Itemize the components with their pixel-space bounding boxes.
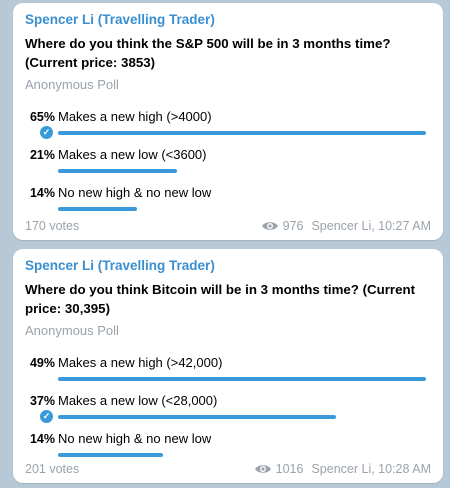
poll-question-line: price: 30,395) xyxy=(25,301,111,316)
poll-footer: 170 votes 976 Spencer Li, 10:27 AM xyxy=(25,218,431,234)
eye-icon xyxy=(261,222,278,230)
poll-type: Anonymous Poll xyxy=(25,77,119,92)
message-meta: 1016 Spencer Li, 10:28 AM xyxy=(254,461,431,477)
poll-question-line: Where do you think Bitcoin will be in 3 … xyxy=(25,282,416,297)
vote-count[interactable]: 170 votes xyxy=(25,218,79,234)
poll-options: 65% ✓ Makes a new high (>4000) 21% Makes… xyxy=(25,109,431,223)
poll-option[interactable]: 49% Makes a new high (>42,000) xyxy=(25,355,431,393)
option-label: Makes a new high (>42,000) xyxy=(58,355,223,370)
poll-message: Spencer Li (Travelling Trader) Where do … xyxy=(13,249,443,483)
option-label: No new high & no new low xyxy=(58,431,212,446)
option-result-bar xyxy=(58,131,426,135)
check-circle-icon: ✓ xyxy=(40,410,53,423)
poll-option[interactable]: 21% Makes a new low (<3600) xyxy=(25,147,431,185)
option-result-bar xyxy=(58,415,336,419)
option-result-bar xyxy=(58,169,177,173)
poll-option[interactable]: 65% ✓ Makes a new high (>4000) xyxy=(25,109,431,147)
vote-count[interactable]: 201 votes xyxy=(25,461,79,477)
option-label: No new high & no new low xyxy=(58,185,212,200)
poll-option[interactable]: 37% ✓ Makes a new low (<28,000) xyxy=(25,393,431,431)
poll-message: Spencer Li (Travelling Trader) Where do … xyxy=(13,3,443,240)
eye-icon xyxy=(254,465,271,473)
poll-question-line: (Current price: 3853) xyxy=(25,55,156,70)
message-meta: 976 Spencer Li, 10:27 AM xyxy=(261,218,431,234)
option-label: Makes a new low (<3600) xyxy=(58,147,207,162)
poll-type: Anonymous Poll xyxy=(25,323,119,338)
option-percent: 37% xyxy=(29,394,55,408)
poll-question-line: Where do you think the S&P 500 will be i… xyxy=(25,36,391,51)
sender-name[interactable]: Spencer Li (Travelling Trader) xyxy=(25,257,431,275)
sender-name[interactable]: Spencer Li (Travelling Trader) xyxy=(25,11,431,29)
option-result-bar xyxy=(58,453,163,457)
option-percent: 14% xyxy=(29,186,55,200)
poll-footer: 201 votes 1016 Spencer Li, 10:28 AM xyxy=(25,461,431,477)
option-result-bar xyxy=(58,207,137,211)
option-percent: 49% xyxy=(29,356,55,370)
sender-timestamp: Spencer Li, 10:27 AM xyxy=(311,219,431,233)
option-label: Makes a new high (>4000) xyxy=(58,109,212,124)
poll-options: 49% Makes a new high (>42,000) 37% ✓ Mak… xyxy=(25,355,431,469)
check-circle-icon: ✓ xyxy=(40,126,53,139)
sender-timestamp: Spencer Li, 10:28 AM xyxy=(311,462,431,476)
poll-question: Where do you think the S&P 500 will be i… xyxy=(25,34,431,72)
option-result-bar xyxy=(58,377,426,381)
option-percent: 21% xyxy=(29,148,55,162)
view-count: 976 xyxy=(282,219,304,233)
option-percent: 65% xyxy=(29,110,55,124)
poll-question: Where do you think Bitcoin will be in 3 … xyxy=(25,280,431,318)
option-label: Makes a new low (<28,000) xyxy=(58,393,218,408)
option-percent: 14% xyxy=(29,432,55,446)
view-count: 1016 xyxy=(275,462,304,476)
